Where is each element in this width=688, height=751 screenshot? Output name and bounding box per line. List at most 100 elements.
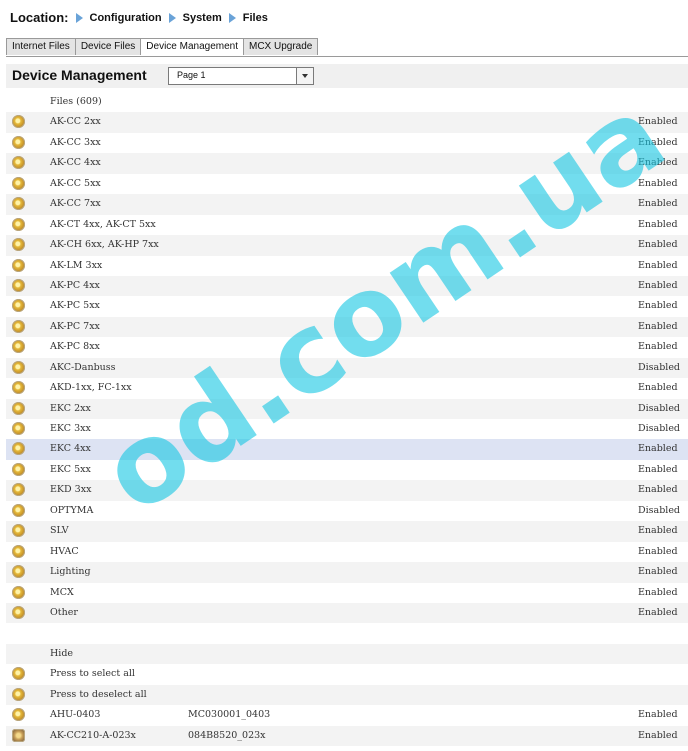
list-item[interactable]: AKC-Danbuss Disabled [6, 357, 688, 379]
list-item-status: Enabled [638, 586, 678, 598]
list-item-status: Enabled [638, 157, 678, 169]
list-item[interactable]: HVAC Enabled [6, 542, 688, 562]
list-item-name: EKD 3xx [50, 484, 92, 496]
gear-icon [12, 483, 25, 497]
list-item[interactable]: EKC 5xx Enabled [6, 460, 688, 480]
gear-icon [12, 585, 25, 599]
list-item-status: Enabled [638, 116, 678, 128]
list-item[interactable]: AKD-1xx, FC-1xx Enabled [6, 378, 688, 398]
location-bar: Location: Configuration System Files [10, 10, 268, 25]
list-item[interactable]: AK-CT 4xx, AK-CT 5xx Enabled [6, 215, 688, 235]
gear-icon [12, 503, 25, 517]
list-item-status: Disabled [638, 423, 681, 434]
list-item-status: Enabled [638, 566, 678, 578]
chevron-down-icon[interactable] [296, 68, 313, 84]
list-item-status: Enabled [638, 218, 678, 230]
list-item-name: AK-CT 4xx, AK-CT 5xx [50, 218, 156, 230]
tab-divider [6, 56, 688, 57]
tab-mcx-upgrade[interactable]: MCX Upgrade [243, 38, 319, 55]
deselect-all-icon [12, 687, 25, 701]
tab-bar: Internet Files Device Files Device Manag… [6, 38, 319, 55]
list-item-status: Enabled [638, 177, 678, 189]
location-label: Location: [10, 10, 69, 25]
breadcrumb-files[interactable]: Files [243, 12, 268, 24]
list-item[interactable]: Other Enabled [6, 602, 688, 624]
list-item-status: Enabled [638, 729, 678, 741]
list-item[interactable]: OPTYMA Disabled [6, 501, 688, 521]
list-item-name: Files (609) [50, 96, 102, 107]
list-item-name: HVAC [50, 545, 79, 557]
list-item[interactable]: Files (609) [6, 92, 688, 112]
list-item-status: Enabled [638, 463, 678, 475]
list-item-status: Enabled [638, 279, 678, 291]
list-item-name: EKC 3xx [50, 423, 91, 434]
list-item[interactable]: EKC 2xx Disabled [6, 398, 688, 419]
tab-device-files[interactable]: Device Files [74, 38, 142, 55]
breadcrumb-arrow-icon [228, 12, 236, 23]
list-item[interactable]: AK-CC 5xx Enabled [6, 174, 688, 194]
gear-icon [12, 442, 25, 456]
list-item-status: Enabled [638, 239, 678, 251]
gear-icon [12, 401, 25, 415]
gear-icon [12, 381, 25, 395]
list-item[interactable]: AK-PC 4xx Enabled [6, 275, 688, 297]
list-item-status: Disabled [638, 361, 681, 373]
breadcrumb-configuration[interactable]: Configuration [90, 12, 162, 24]
list-item[interactable]: AK-LM 3xx Enabled [6, 256, 688, 276]
gear-icon [12, 217, 25, 231]
list-item-name: Lighting [50, 566, 91, 578]
section-header: Device Management Page 1 [6, 64, 688, 88]
list-item-status: Disabled [638, 402, 681, 414]
list-item-name: EKC 4xx [50, 443, 91, 455]
gear-icon [12, 278, 25, 292]
list-item[interactable]: SLV Enabled [6, 521, 688, 542]
breadcrumb-arrow-icon [75, 12, 83, 23]
tab-device-management[interactable]: Device Management [140, 38, 244, 55]
list-item-code: MC030001_0403 [188, 709, 271, 721]
list-item[interactable]: MCX Enabled [6, 583, 688, 603]
list-item-status: Enabled [638, 382, 678, 394]
list-item[interactable]: Press to deselect all [6, 684, 688, 706]
list-item[interactable]: Press to select all [6, 664, 688, 684]
list-item-name: AK-PC 4xx [50, 279, 100, 291]
list-item-status: Enabled [638, 545, 678, 557]
list-item[interactable]: EKD 3xx Enabled [6, 480, 688, 501]
list-item[interactable]: Lighting Enabled [6, 562, 688, 583]
list-item-name: AK-PC 5xx [50, 300, 100, 312]
gear-icon [12, 422, 25, 435]
list-item[interactable]: AHU-0403 MC030001_0403 Enabled [6, 705, 688, 725]
gear-icon [12, 156, 25, 170]
list-item[interactable]: EKC 4xx Enabled [6, 439, 688, 460]
list-item-name: Press to select all [50, 668, 135, 680]
list-item-name: AK-CC 5xx [50, 177, 101, 189]
list-item-name: AK-CC 2xx [50, 116, 101, 128]
page-select[interactable]: Page 1 [168, 67, 314, 85]
list-item[interactable]: AK-PC 8xx Enabled [6, 337, 688, 357]
gear-icon [12, 238, 25, 252]
gear-icon [12, 462, 25, 476]
list-item[interactable]: AK-CC 2xx Enabled [6, 112, 688, 133]
gear-icon [12, 340, 25, 354]
list-item-status: Enabled [638, 341, 678, 353]
list-item[interactable]: Hide [6, 643, 688, 665]
list-item-name: AK-CC 4xx [50, 157, 101, 169]
list-item[interactable]: AK-PC 5xx Enabled [6, 296, 688, 316]
list-item[interactable]: AK-CC 4xx Enabled [6, 153, 688, 174]
gear-icon [12, 360, 25, 374]
list-item-status: Enabled [638, 443, 678, 455]
list-item[interactable]: EKC 3xx Disabled [6, 419, 688, 439]
gear-icon [12, 319, 25, 333]
list-item[interactable]: AK-CC 7xx Enabled [6, 194, 688, 215]
list-item[interactable]: AK-CC 3xx Enabled [6, 133, 688, 153]
list-item-status: Enabled [638, 136, 678, 148]
breadcrumb-system[interactable]: System [183, 12, 222, 24]
list-item[interactable]: AK-PC 7xx Enabled [6, 316, 688, 338]
list-item[interactable]: AK-CC210-A-023x 084B8520_023x Enabled [6, 725, 688, 746]
tab-internet-files[interactable]: Internet Files [6, 38, 76, 55]
list-item[interactable]: AK-CH 6xx, AK-HP 7xx Enabled [6, 235, 688, 256]
gear-icon [12, 258, 25, 272]
gear-icon [12, 708, 25, 722]
section-title: Device Management [12, 67, 147, 83]
gear-icon [12, 299, 25, 313]
gear-icon [12, 524, 25, 538]
